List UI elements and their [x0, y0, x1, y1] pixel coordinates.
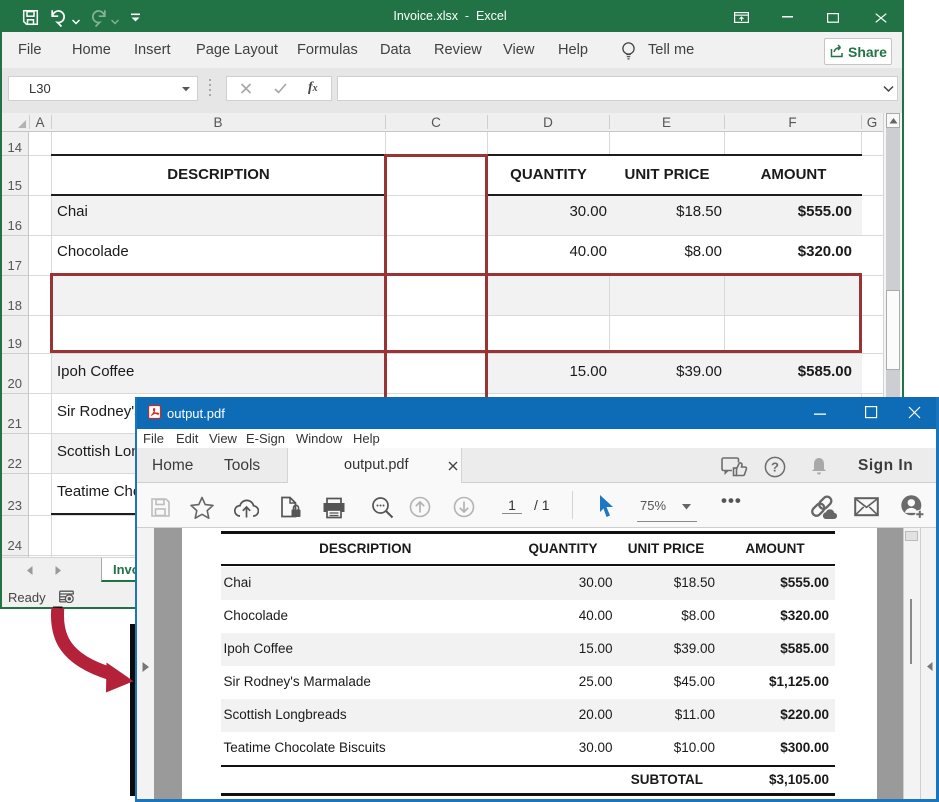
svg-text:?: ? — [771, 460, 779, 475]
